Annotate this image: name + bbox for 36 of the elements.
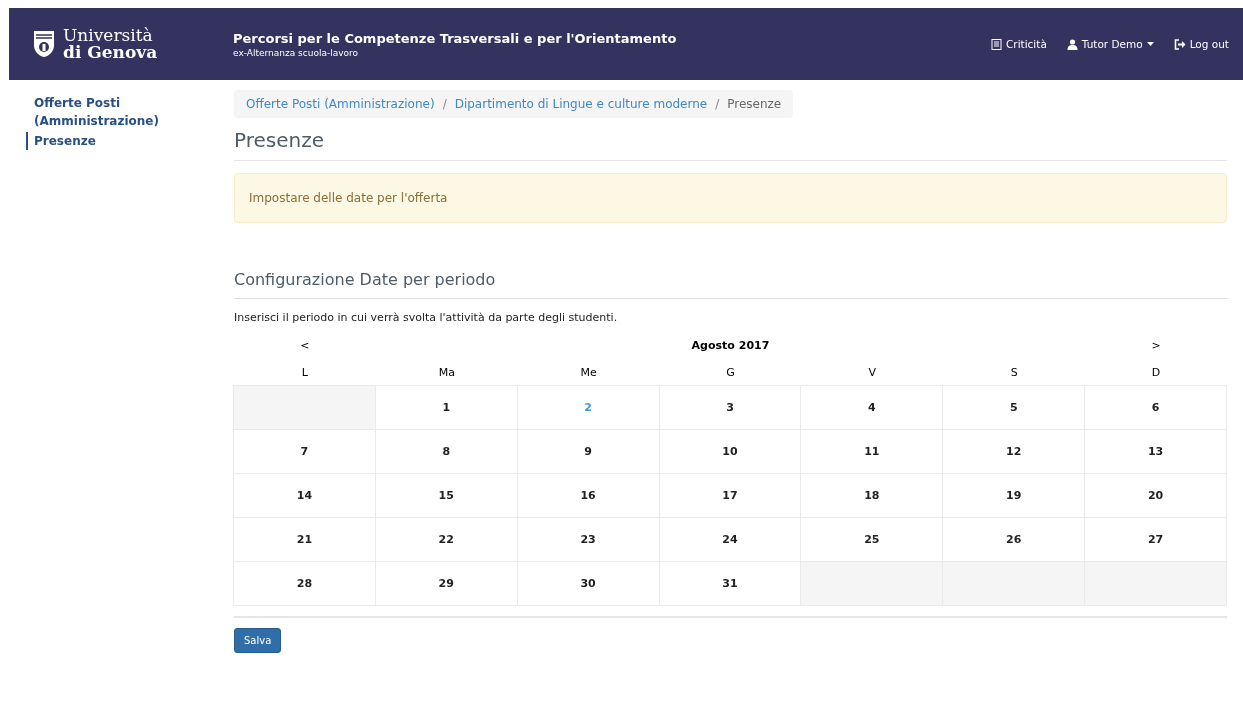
next-month-button[interactable]: >: [1085, 332, 1227, 359]
weekday-header: Ma: [437, 365, 456, 381]
warning-alert: Impostare delle date per l'offerta: [234, 173, 1227, 223]
weekday-header: S: [1009, 365, 1019, 381]
weekday-header: D: [1150, 365, 1162, 381]
save-button[interactable]: Salva: [234, 628, 282, 653]
app-title: Percorsi per le Competenze Trasversali e per l'Orientamento: [233, 30, 678, 46]
shield-logo-icon: [33, 30, 55, 58]
breadcrumb-link[interactable]: Dipartimento di Lingue e culture moderne: [454, 97, 708, 111]
weekday-header: V: [867, 365, 878, 381]
sidebar-link[interactable]: Presenze: [26, 132, 184, 150]
sidebar-link[interactable]: Offerte Posti (Amministrazione): [26, 94, 184, 130]
day-cell[interactable]: 6: [1084, 385, 1227, 430]
instructions-text: Inserisci il periodo in cui verrà svolta l'attività da parte degli studenti.: [234, 311, 619, 324]
month-title: Agosto 2017: [690, 338, 771, 354]
page-title: Presenze: [234, 128, 1227, 161]
breadcrumb-separator: /: [442, 97, 447, 111]
logout-icon: [1173, 38, 1186, 50]
nav-link[interactable]: Criticità: [991, 38, 1047, 50]
weekday-header: G: [725, 365, 736, 381]
logo-text: Università: [63, 27, 154, 44]
current-page-label: Presenze: [727, 97, 782, 111]
breadcrumb-separator: /: [715, 97, 720, 111]
logo-text: di Genova: [63, 44, 158, 61]
weekday-header: Me: [579, 365, 598, 381]
app-subtitle: ex-Alternanza scuola-lavoro: [233, 47, 359, 58]
section-title: Configurazione Date per periodo: [234, 270, 1227, 299]
previous-month-button[interactable]: <: [234, 332, 376, 359]
user-menu[interactable]: Tutor Demo: [1066, 38, 1154, 50]
list-icon: [991, 38, 1002, 50]
nav-link[interactable]: Log out: [1173, 38, 1229, 50]
weekday-header: L: [300, 365, 309, 381]
day-cell[interactable]: 28: [233, 561, 376, 606]
caret-icon: [1146, 42, 1154, 46]
breadcrumb-link[interactable]: Offerte Posti (Amministrazione): [246, 97, 435, 111]
user-icon: [1066, 38, 1078, 50]
